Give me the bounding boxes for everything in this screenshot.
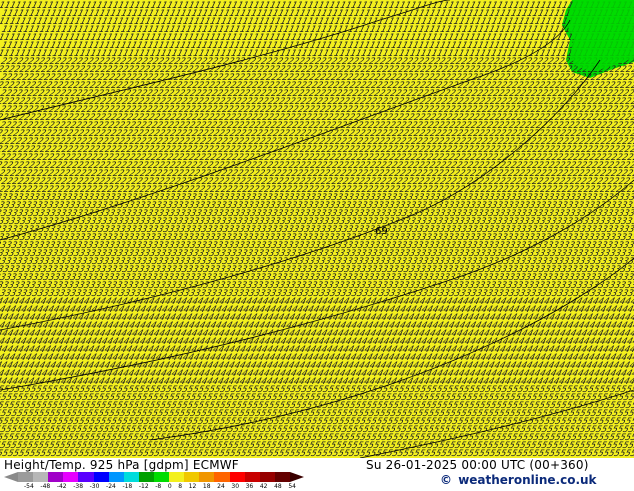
scale-left-arrow-icon [4, 472, 18, 482]
credit-link[interactable]: © weatheronline.co.uk [440, 473, 597, 487]
forecast-datetime: Su 26-01-2025 00:00 UTC (00+360) [366, 458, 589, 472]
scale-swatch [18, 472, 34, 482]
scale-swatch [259, 472, 275, 482]
color-scale [18, 472, 290, 482]
scale-swatch [93, 472, 109, 482]
scale-swatch [244, 472, 260, 482]
copyright-icon: © [440, 473, 452, 487]
scale-swatch [184, 472, 200, 482]
barb-row: 5555555555555555555555555555555555555555… [0, 448, 634, 458]
scale-swatch [78, 472, 94, 482]
scale-swatch [169, 472, 185, 482]
map-canvas: 1111111111111111111111111111111111111111… [0, 0, 634, 458]
contour-label: 69 [375, 226, 388, 237]
map-title: Height/Temp. 925 hPa [gdpm] ECMWF [4, 458, 239, 472]
footer-bar: Height/Temp. 925 hPa [gdpm] ECMWF Su 26-… [0, 458, 634, 490]
scale-swatch [214, 472, 230, 482]
land-area-overlay [566, 0, 634, 72]
scale-swatch [48, 472, 64, 482]
scale-swatch [153, 472, 170, 482]
scale-swatch [63, 472, 79, 482]
weather-map: 1111111111111111111111111111111111111111… [0, 0, 634, 458]
scale-swatch [108, 472, 124, 482]
scale-swatch [123, 472, 139, 482]
scale-swatch [138, 472, 154, 482]
scale-swatch [199, 472, 215, 482]
scale-swatch [229, 472, 245, 482]
scale-swatch [33, 472, 49, 482]
credit-text: weatheronline.co.uk [458, 473, 597, 487]
scale-right-arrow-icon [290, 472, 304, 482]
wind-barb-layer: 1111111111111111111111111111111111111111… [0, 0, 634, 458]
scale-swatch [274, 472, 290, 482]
